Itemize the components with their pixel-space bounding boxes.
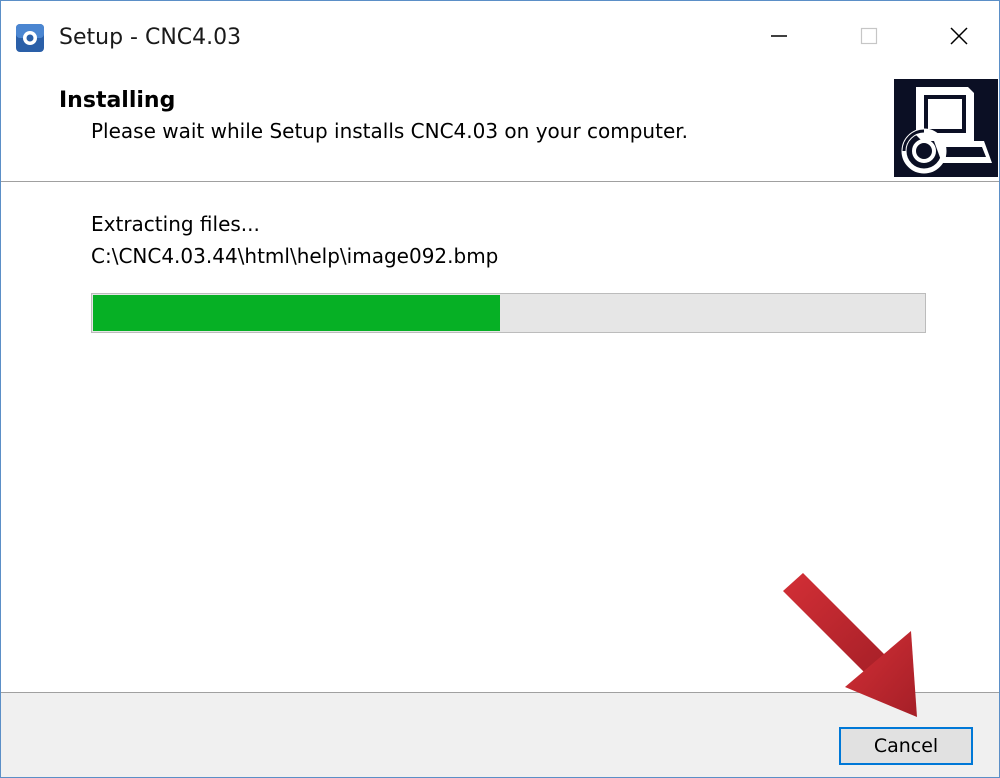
page-subtitle: Please wait while Setup installs CNC4.03… — [91, 119, 689, 143]
cancel-button[interactable]: Cancel — [839, 727, 973, 765]
close-button[interactable] — [929, 11, 989, 65]
minimize-icon — [769, 26, 789, 50]
computer-install-icon — [894, 79, 998, 177]
install-progress-panel: Extracting files... C:\CNC4.03.44\html\h… — [1, 182, 999, 692]
setup-app-icon — [15, 23, 45, 53]
wizard-footer: Cancel — [1, 692, 999, 777]
close-icon — [949, 26, 969, 50]
wizard-header: Installing Please wait while Setup insta… — [1, 75, 999, 182]
title-bar[interactable]: Setup - CNC4.03 — [1, 1, 999, 75]
maximize-button — [839, 11, 899, 65]
status-text: Extracting files... — [91, 212, 260, 236]
page-title: Installing — [59, 88, 176, 113]
minimize-button[interactable] — [749, 11, 809, 65]
install-progress-fill — [93, 295, 500, 331]
window-title: Setup - CNC4.03 — [59, 25, 242, 50]
setup-window: Setup - CNC4.03 Installing Please wait w… — [0, 0, 1000, 778]
install-progress-bar — [91, 293, 926, 333]
current-file-path: C:\CNC4.03.44\html\help\image092.bmp — [91, 244, 499, 268]
maximize-icon — [859, 26, 879, 50]
